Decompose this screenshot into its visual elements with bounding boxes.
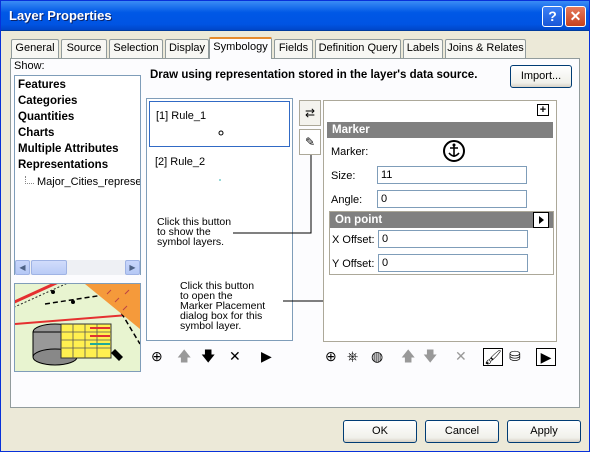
angle-label: Angle:: [331, 194, 363, 206]
x-offset-input[interactable]: 0: [378, 230, 528, 248]
delete-rule-icon[interactable]: ✕: [229, 348, 241, 364]
title-bar[interactable]: Layer Properties ? ✕: [1, 1, 589, 31]
database-icon[interactable]: ⛁: [509, 348, 521, 364]
tree-item-major-cities[interactable]: Major_Cities_represen: [25, 176, 140, 188]
size-label: Size:: [331, 170, 356, 182]
tree-item-charts[interactable]: Charts: [18, 127, 54, 139]
symbology-description: Draw using representation stored in the …: [150, 69, 478, 81]
rule-2-label[interactable]: [2] Rule_2: [155, 156, 205, 168]
x-offset-label: X Offset:: [332, 234, 375, 246]
symbol-property-editor-button[interactable]: ⇄: [299, 100, 321, 126]
angle-input[interactable]: 0: [377, 190, 527, 208]
marker-label: Marker:: [331, 146, 369, 158]
move-down-icon[interactable]: 🡇: [201, 348, 215, 364]
add-graphic-layer-icon[interactable]: ⊕: [325, 348, 337, 364]
scroll-left-icon[interactable]: ◀: [15, 260, 30, 275]
tree-item-features[interactable]: Features: [18, 79, 66, 91]
note-show-layers: Click this button to show the symbol lay…: [157, 216, 232, 248]
preview-map-image: [14, 283, 141, 372]
ok-button[interactable]: OK: [343, 420, 417, 443]
rule-1-symbol-icon: [218, 130, 224, 136]
tree-item-representations[interactable]: Representations: [18, 159, 108, 171]
expand-plus-icon[interactable]: +: [537, 104, 549, 116]
add-marker-placement-icon[interactable]: ◍: [371, 348, 383, 364]
tree-item-multiple-attributes[interactable]: Multiple Attributes: [18, 143, 119, 155]
marker-placement-button[interactable]: [533, 212, 549, 228]
cancel-button[interactable]: Cancel: [425, 420, 499, 443]
help-button[interactable]: ?: [542, 6, 563, 27]
tab-joins-relates[interactable]: Joins & Relates: [445, 39, 526, 58]
add-rule-icon[interactable]: ⊕: [151, 348, 163, 364]
add-geometric-effect-icon[interactable]: ⎈: [347, 348, 358, 364]
tab-labels[interactable]: Labels: [403, 39, 443, 58]
tree-item-quantities[interactable]: Quantities: [18, 111, 74, 123]
size-input[interactable]: 11: [377, 166, 527, 184]
rule-1-label: [1] Rule_1: [156, 110, 207, 122]
tab-selection[interactable]: Selection: [109, 39, 163, 58]
brush-icon[interactable]: 🖌: [483, 348, 503, 366]
marker-header: Marker: [327, 122, 553, 138]
renderer-tree: Features Categories Quantities Charts Mu…: [14, 75, 141, 275]
apply-button[interactable]: Apply: [507, 420, 581, 443]
tab-general[interactable]: General: [11, 39, 59, 58]
y-offset-input[interactable]: 0: [378, 254, 528, 272]
show-label: Show:: [14, 60, 45, 72]
more-options-icon[interactable]: ▶: [261, 348, 272, 364]
rule-2-symbol-icon: [219, 179, 221, 181]
import-button[interactable]: Import...: [510, 65, 572, 88]
close-button[interactable]: ✕: [565, 6, 586, 27]
scroll-thumb[interactable]: [31, 260, 67, 275]
play-arrow-icon: [539, 216, 544, 224]
tab-symbology[interactable]: Symbology: [209, 37, 272, 59]
tree-connector: [25, 176, 34, 184]
tree-item-categories[interactable]: Categories: [18, 95, 77, 107]
show-symbol-layers-button[interactable]: ✎: [299, 129, 321, 155]
move-up-icon[interactable]: 🡅: [177, 348, 191, 364]
import-label: Import...: [520, 70, 562, 82]
tab-display[interactable]: Display: [165, 39, 209, 58]
layer-delete-icon[interactable]: ✕: [455, 348, 467, 364]
tab-source[interactable]: Source: [61, 39, 107, 58]
y-offset-label: Y Offset:: [332, 258, 375, 270]
tab-fields[interactable]: Fields: [274, 39, 313, 58]
tab-definition-query[interactable]: Definition Query: [315, 39, 401, 58]
tree-horizontal-scrollbar[interactable]: ◀ ▶: [15, 260, 140, 275]
layer-move-down-icon[interactable]: 🡇: [423, 348, 437, 364]
window-title: Layer Properties: [9, 8, 112, 23]
map-illustration: [15, 284, 140, 371]
on-point-header: On point: [330, 212, 553, 228]
anchor-marker-icon[interactable]: [443, 140, 465, 162]
scroll-right-icon[interactable]: ▶: [125, 260, 140, 275]
layers-more-options-icon[interactable]: ▶: [536, 348, 556, 366]
layer-properties-window: Layer Properties ? ✕ General Source Sele…: [0, 0, 590, 452]
layer-move-up-icon[interactable]: 🡅: [401, 348, 415, 364]
